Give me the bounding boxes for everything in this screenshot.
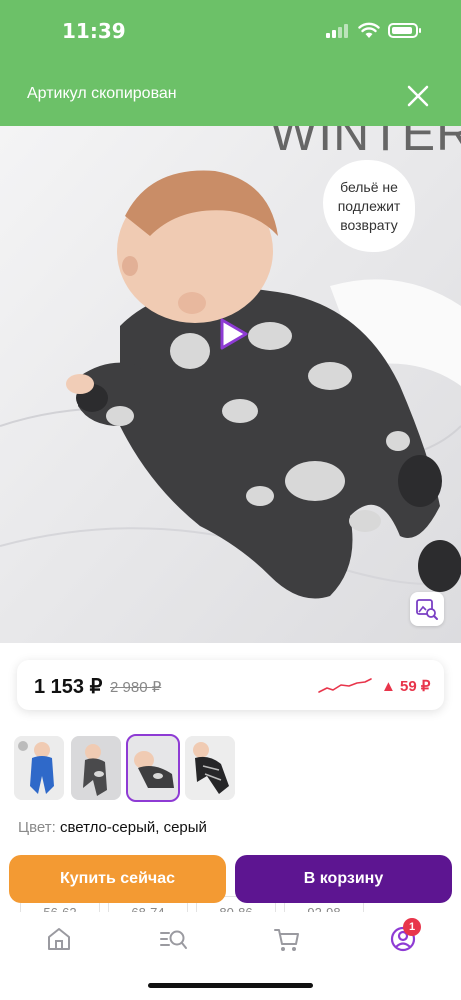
old-price: 2 980 ₽ <box>110 679 162 696</box>
thumbnail-2[interactable] <box>71 736 121 800</box>
copy-toast: Артикул скопирован <box>0 62 461 126</box>
color-label: Цвет: <box>18 819 56 836</box>
add-to-cart-button[interactable]: В корзину <box>235 855 452 903</box>
color-line: Цвет: светло-серый, серый <box>18 819 207 836</box>
catalog-search-icon[interactable] <box>158 924 188 954</box>
profile-badge: 1 <box>403 918 421 936</box>
product-photo[interactable]: WINTER бельё не подлежит возврату <box>0 126 461 643</box>
home-icon[interactable] <box>44 924 74 954</box>
battery-icon <box>388 23 421 38</box>
brand-watermark: WINTER <box>270 126 461 161</box>
price-change: ▲ 59 ₽ <box>381 678 431 695</box>
profile-nav-item[interactable]: 1 <box>388 918 421 954</box>
image-search-icon <box>416 599 438 620</box>
toast-message: Артикул скопирован <box>27 85 177 102</box>
current-price: 1 153 ₽ <box>34 676 103 698</box>
thumbnail-4[interactable] <box>185 736 235 800</box>
close-icon[interactable] <box>400 78 436 114</box>
buy-now-button[interactable]: Купить сейчас <box>9 855 226 903</box>
home-indicator <box>148 983 313 988</box>
price-trend-icon <box>318 678 372 693</box>
status-time: 11:39 <box>62 19 126 43</box>
image-search-button[interactable] <box>410 592 444 626</box>
color-value: светло-серый, серый <box>59 819 207 836</box>
thumbnail-3[interactable] <box>126 734 180 802</box>
cart-icon[interactable] <box>272 924 302 954</box>
price-card[interactable]: 1 153 ₽ 2 980 ₽ ▲ 59 ₽ <box>17 660 444 710</box>
status-bar: 11:39 <box>0 0 461 62</box>
thumbnail-1[interactable] <box>14 736 64 800</box>
cellular-signal-icon <box>326 24 348 38</box>
play-icon[interactable] <box>215 316 251 352</box>
wifi-icon <box>358 22 380 38</box>
